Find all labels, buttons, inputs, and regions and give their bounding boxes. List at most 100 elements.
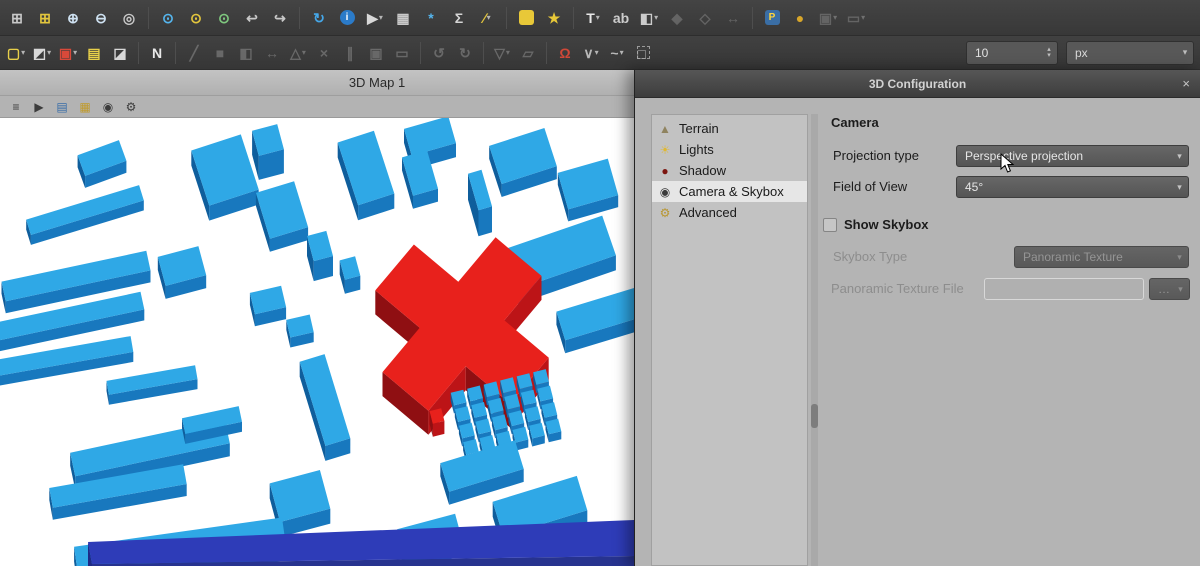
layer-diagram-icon: ◧ [640, 11, 653, 25]
snapping-tolerance-spinbox[interactable]: 10 ▴ ▾ [966, 41, 1058, 65]
3d-map-panel: 3D Map 1 ≡▶▤▦◉⚙ [0, 70, 634, 566]
3d-buildings-scene [0, 118, 634, 566]
dropdown-arrow-icon: ▾ [596, 13, 600, 22]
field-of-view-select[interactable]: 45° ▾ [956, 176, 1189, 198]
multi-edit-button: ▱ [516, 41, 540, 65]
config-item-terrain[interactable]: ▲ Terrain [652, 118, 807, 139]
select-features-button[interactable]: ▢▾ [4, 41, 28, 65]
zoom-last-icon: ↩ [246, 11, 258, 25]
dropdown-arrow-icon: ▾ [21, 48, 25, 57]
run-feature-action-button[interactable]: ▶▾ [362, 5, 388, 31]
camera-views-button[interactable]: ◉ [98, 98, 118, 116]
select-by-value-button[interactable]: ◩▾ [30, 41, 54, 65]
config-item-advanced[interactable]: ⚙Advanced [652, 202, 807, 223]
toolbar-separator [506, 7, 507, 29]
config-item-label: Terrain [679, 121, 719, 136]
new-bookmark-button[interactable]: ★ [541, 5, 567, 31]
main-toolbar-row-1: ⊞⊞⊕⊖◎⊙⊙⊙↩↪↻i▶▾▦*Σ∕▾★T▾ab◧▾◆◇↔P●▣▾▭▾ [0, 0, 1200, 36]
deselect-features-icon: ▣ [59, 46, 72, 60]
export-scene-button[interactable]: ▦ [75, 98, 95, 116]
pan-to-selection-icon: ⊞ [39, 11, 51, 25]
camera-control-button[interactable]: ≡ [6, 98, 26, 116]
spin-down-icon[interactable]: ▾ [1047, 53, 1051, 59]
refresh-button[interactable]: ↻ [306, 5, 332, 31]
pan-map-button[interactable]: ⊞ [4, 5, 30, 31]
pan-map-icon: ⊞ [11, 11, 23, 25]
show-skybox-checkbox[interactable] [823, 218, 837, 232]
config-item-lights[interactable]: ☀Lights [652, 139, 807, 160]
identify-features-button[interactable]: i [334, 5, 360, 31]
3d-configuration-dialog: 3D Configuration × ▲ Terrain ☀Lights●Shado… [634, 70, 1200, 566]
zoom-out-button[interactable]: ⊖ [88, 5, 114, 31]
dropdown-arrow-icon: ▾ [620, 48, 624, 57]
deselect-features-button[interactable]: ▣▾ [56, 41, 80, 65]
dropdown-arrow-icon: ▾ [47, 48, 51, 57]
python-console-button[interactable]: P [759, 5, 785, 31]
select-all-icon: ▤ [87, 46, 100, 60]
projection-type-select[interactable]: Perspective projection ▾ [956, 145, 1189, 167]
3d-map-viewport[interactable] [0, 118, 634, 566]
scrollbar-track[interactable] [811, 114, 818, 566]
open-attribute-table-button[interactable]: ▦ [390, 5, 416, 31]
toolbar-separator [138, 42, 139, 64]
chevron-down-icon: ▾ [1171, 182, 1188, 193]
snapping-units-value: px [1067, 46, 1177, 60]
play-animation-icon: ▶ [34, 101, 43, 113]
terrain-icon: ▲ [657, 123, 673, 135]
zoom-next-button[interactable]: ↪ [267, 5, 293, 31]
zoom-next-icon: ↪ [274, 11, 286, 25]
play-animation-button[interactable]: ▶ [29, 98, 49, 116]
export-scene-icon: ▦ [79, 101, 90, 113]
scrollbar-thumb[interactable] [811, 404, 818, 428]
toolbar-separator [148, 7, 149, 29]
pin-labels-button: ◆ [664, 5, 690, 31]
save-as-image-icon: ▤ [56, 101, 67, 113]
zoom-out-icon: ⊖ [95, 11, 107, 25]
add-feature-button: ◧ [234, 41, 258, 65]
config-item-label: Camera & Skybox [679, 184, 784, 199]
zoom-to-layer-button[interactable]: ⊙ [211, 5, 237, 31]
zoom-to-selection-button[interactable]: ⊙ [183, 5, 209, 31]
invert-selection-button[interactable]: ◪ [108, 41, 132, 65]
browse-texture-file-button: … ▾ [1149, 278, 1190, 300]
measure-button[interactable]: ∕▾ [474, 5, 500, 31]
topology-checks-button[interactable]: ∨▾ [579, 41, 603, 65]
plugin-manager-button[interactable]: ● [787, 5, 813, 31]
move-label-button: ↔ [720, 5, 746, 31]
more-tools-button: ▣▾ [815, 5, 841, 31]
dialog-title-bar[interactable]: 3D Configuration × [635, 70, 1200, 98]
text-annotation-button[interactable]: T▾ [580, 5, 606, 31]
statistics-button[interactable]: Σ [446, 5, 472, 31]
highlight-pinned-labels-icon: ◇ [700, 11, 711, 25]
map-tips-button[interactable] [513, 5, 539, 31]
pan-to-selection-button[interactable]: ⊞ [32, 5, 58, 31]
skybox-type-value: Panoramic Texture [1015, 250, 1171, 264]
toolbar-separator [299, 7, 300, 29]
zoom-last-button[interactable]: ↩ [239, 5, 265, 31]
snapping-magnet-button[interactable]: Ω [553, 41, 577, 65]
chevron-down-icon: ▾ [1177, 47, 1193, 58]
zoom-full-icon: ⊙ [162, 11, 174, 25]
close-icon[interactable]: × [1182, 77, 1190, 90]
configure-button[interactable]: ⚙ [121, 98, 141, 116]
config-item-shadow[interactable]: ●Shadow [652, 160, 807, 181]
zoom-in-button[interactable]: ⊕ [60, 5, 86, 31]
zoom-native-button[interactable]: ◎ [116, 5, 142, 31]
tracing-button[interactable]: ~▾ [605, 41, 629, 65]
toolbar-separator [483, 42, 484, 64]
3d-map-toolbar: ≡ ▶ ▤ ▦ ◉⚙ [0, 96, 634, 118]
spinner-arrows-icon[interactable]: ▴ ▾ [1041, 47, 1057, 59]
freeze-canvas-button[interactable]: * [418, 5, 444, 31]
field-of-view-value: 45° [957, 180, 1171, 194]
snapping-units-select[interactable]: px ▾ [1066, 41, 1194, 65]
layer-labeling-button[interactable]: ab [608, 5, 634, 31]
map-tips-icon [519, 10, 534, 25]
north-arrow-button[interactable]: N [145, 41, 169, 65]
select-all-button[interactable]: ▤ [82, 41, 106, 65]
config-item-camera-skybox[interactable]: ◉Camera & Skybox [652, 181, 807, 202]
zoom-full-button[interactable]: ⊙ [155, 5, 181, 31]
camera-control-icon: ≡ [12, 101, 19, 113]
save-as-image-button[interactable]: ▤ [52, 98, 72, 116]
snap-on-grid-button[interactable]: □ [631, 41, 655, 65]
layer-diagram-button[interactable]: ◧▾ [636, 5, 662, 31]
